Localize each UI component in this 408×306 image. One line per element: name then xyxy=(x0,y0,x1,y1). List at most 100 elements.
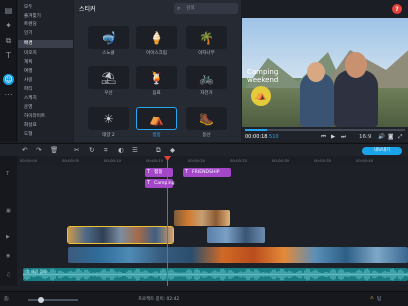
ruler-label: 00:00:00 xyxy=(20,158,38,163)
camping-badge-icon[interactable]: ⛺ xyxy=(251,86,271,106)
redo-icon[interactable]: ↷ xyxy=(36,146,41,154)
preview-person xyxy=(334,70,378,127)
skip-forward-icon[interactable]: ⏭ xyxy=(341,134,346,141)
main-video-clip[interactable] xyxy=(68,247,408,263)
sticker-tile[interactable]: 🌴 xyxy=(186,26,227,49)
category-item[interactable]: 인기 xyxy=(18,30,73,38)
delete-icon[interactable]: 🗑 xyxy=(50,146,58,154)
sticker-tile[interactable]: ☀ xyxy=(88,107,129,130)
category-item[interactable]: 미모지 xyxy=(18,50,73,58)
text-icon: T xyxy=(147,169,151,175)
sticker-categories: 모두 즐겨찾기 트렌딩 인기 배경 미모지 계획 여행 사랑 파티 스케치 운영… xyxy=(18,0,73,142)
ruler-label: 00:00:30 xyxy=(272,158,290,163)
bicycle-icon: 🚲 xyxy=(199,70,214,85)
sticker-tile[interactable]: 🍹 xyxy=(136,66,177,89)
skip-back-icon[interactable]: ⏮ xyxy=(321,134,326,141)
sticker-label: 우산 xyxy=(104,91,113,96)
audio-track-icon: ♫ xyxy=(6,272,11,278)
title-clip[interactable]: T FRIENDSHIP xyxy=(183,168,231,177)
transitions-icon[interactable]: ⧉ xyxy=(3,35,14,46)
sticker-label: 스노클 xyxy=(102,51,115,56)
video-clip[interactable] xyxy=(207,227,265,243)
title-clip[interactable]: T 캠핑 xyxy=(145,168,173,177)
category-item[interactable]: 스케치 xyxy=(18,95,73,103)
drink-icon: 🍹 xyxy=(149,70,164,85)
zoom-slider[interactable] xyxy=(28,299,78,301)
snapshot-icon[interactable]: ◙ xyxy=(388,134,393,140)
category-item[interactable]: 트렌딩 xyxy=(18,21,73,29)
sticker-label: 야자나무 xyxy=(198,51,215,56)
preview-title-overlay[interactable]: Camping weekend xyxy=(247,68,287,84)
warning-icon[interactable]: ⚠ xyxy=(370,296,374,301)
sticker-tile[interactable]: 🤿 xyxy=(88,26,129,49)
sticker-tile[interactable]: 🍦 xyxy=(136,26,177,49)
cut-icon[interactable]: ✂ xyxy=(74,146,79,154)
zoom-label: 줌: xyxy=(4,297,10,302)
crop-icon[interactable]: ⌗ xyxy=(104,146,108,155)
help-button[interactable]: ? xyxy=(392,4,402,14)
sticker-label-selected: 캠핑 xyxy=(152,133,161,138)
overlay-icon[interactable]: ⧉ xyxy=(156,146,161,155)
play-icon[interactable]: ▶ xyxy=(331,134,335,140)
ruler-label: 00:00:25 xyxy=(230,158,248,163)
overlay-clip[interactable] xyxy=(174,210,230,226)
category-item[interactable]: 사랑 xyxy=(18,77,73,85)
timeline-toolbar: ↶ ↷ 🗑 ✂ ↻ ⌗ ◐ ☰ ⧉ ◆ 내보내기 xyxy=(0,143,408,156)
category-item[interactable]: 도형 xyxy=(18,131,73,139)
playback-progress[interactable] xyxy=(245,129,405,131)
category-item[interactable]: 즐겨찾기 xyxy=(18,13,73,21)
clip-thumbnails xyxy=(174,210,230,226)
sticker-tile[interactable]: ⛱ xyxy=(88,66,129,89)
palm-tree-icon: 🌴 xyxy=(199,30,214,45)
more-tools-icon[interactable]: ⋯ xyxy=(3,89,14,100)
category-item[interactable]: 파티 xyxy=(18,86,73,94)
search-input[interactable]: ⌕ 검색 xyxy=(174,3,238,14)
category-item[interactable]: 모두 xyxy=(18,4,73,12)
titles-icon[interactable]: T xyxy=(3,50,14,61)
video-track-icon: ▶ xyxy=(6,234,10,240)
category-item[interactable]: 운영 xyxy=(18,104,73,112)
rotate-icon[interactable]: ↻ xyxy=(89,146,94,154)
stickers-icon[interactable]: ☺ xyxy=(3,74,14,85)
fullscreen-icon[interactable]: ⤢ xyxy=(398,134,402,141)
playhead[interactable] xyxy=(167,156,169,286)
category-item[interactable]: 여행 xyxy=(18,68,73,76)
marker-icon[interactable]: ◆ xyxy=(170,146,175,154)
export-button[interactable]: 내보내기 xyxy=(362,147,402,155)
ruler-label: 00:00:05 xyxy=(62,158,80,163)
video-preview[interactable]: Camping weekend ⛺ xyxy=(242,18,408,127)
effects-icon[interactable]: ✦ xyxy=(3,20,14,31)
category-item[interactable]: 화살표 xyxy=(18,122,73,130)
search-icon: ⌕ xyxy=(177,5,181,12)
audio-waveform xyxy=(23,268,408,281)
title-track-icon: T xyxy=(6,171,10,177)
video-clip-selected[interactable] xyxy=(67,226,174,244)
aspect-ratio-select[interactable]: 16:9 xyxy=(359,134,371,140)
sticker-tile-selected[interactable]: ⛺ xyxy=(136,107,177,130)
tip-label[interactable]: 팁 xyxy=(377,296,381,302)
snorkel-icon: 🤿 xyxy=(101,30,116,45)
sticker-label: 태양 2 xyxy=(102,133,115,138)
time-ruler[interactable]: 00:00:00 00:00:05 00:00:10 00:00:15 00:0… xyxy=(17,156,408,165)
sticker-tile[interactable]: 🚲 xyxy=(186,66,227,89)
ruler-label: 00:00:35 xyxy=(314,158,332,163)
import-icon[interactable]: ▤ xyxy=(3,5,14,16)
clip-properties-icon[interactable]: ☰ xyxy=(132,146,138,154)
zoom-slider-thumb[interactable] xyxy=(38,296,44,303)
undo-icon[interactable]: ↶ xyxy=(22,146,27,154)
audio-clip[interactable]: ♫ 배경 음악 xyxy=(23,268,408,281)
clip-thumbnails xyxy=(68,247,408,263)
playback-bar: 00:00:18.510 ⏮ ▶ ⏭ 16:9 🔊 ◙ ⤢ xyxy=(242,127,408,142)
color-adjust-icon[interactable]: ◐ xyxy=(118,146,124,154)
title-clip[interactable]: T Camping xyxy=(145,179,175,188)
text-icon: T xyxy=(147,180,151,186)
category-item-selected[interactable]: 배경 xyxy=(18,40,73,49)
overlay-track-icon: ▣ xyxy=(6,208,11,214)
category-item[interactable]: 계획 xyxy=(18,59,73,67)
sticker-label: 등산 xyxy=(202,133,211,138)
audio-label: ♫ 배경 음악 xyxy=(26,269,47,274)
category-item[interactable]: 하이라이트 xyxy=(18,113,73,121)
sticker-tile[interactable]: 🥾 xyxy=(186,107,227,130)
sun-icon: ☀ xyxy=(103,111,114,126)
volume-icon[interactable]: 🔊 xyxy=(378,134,385,140)
